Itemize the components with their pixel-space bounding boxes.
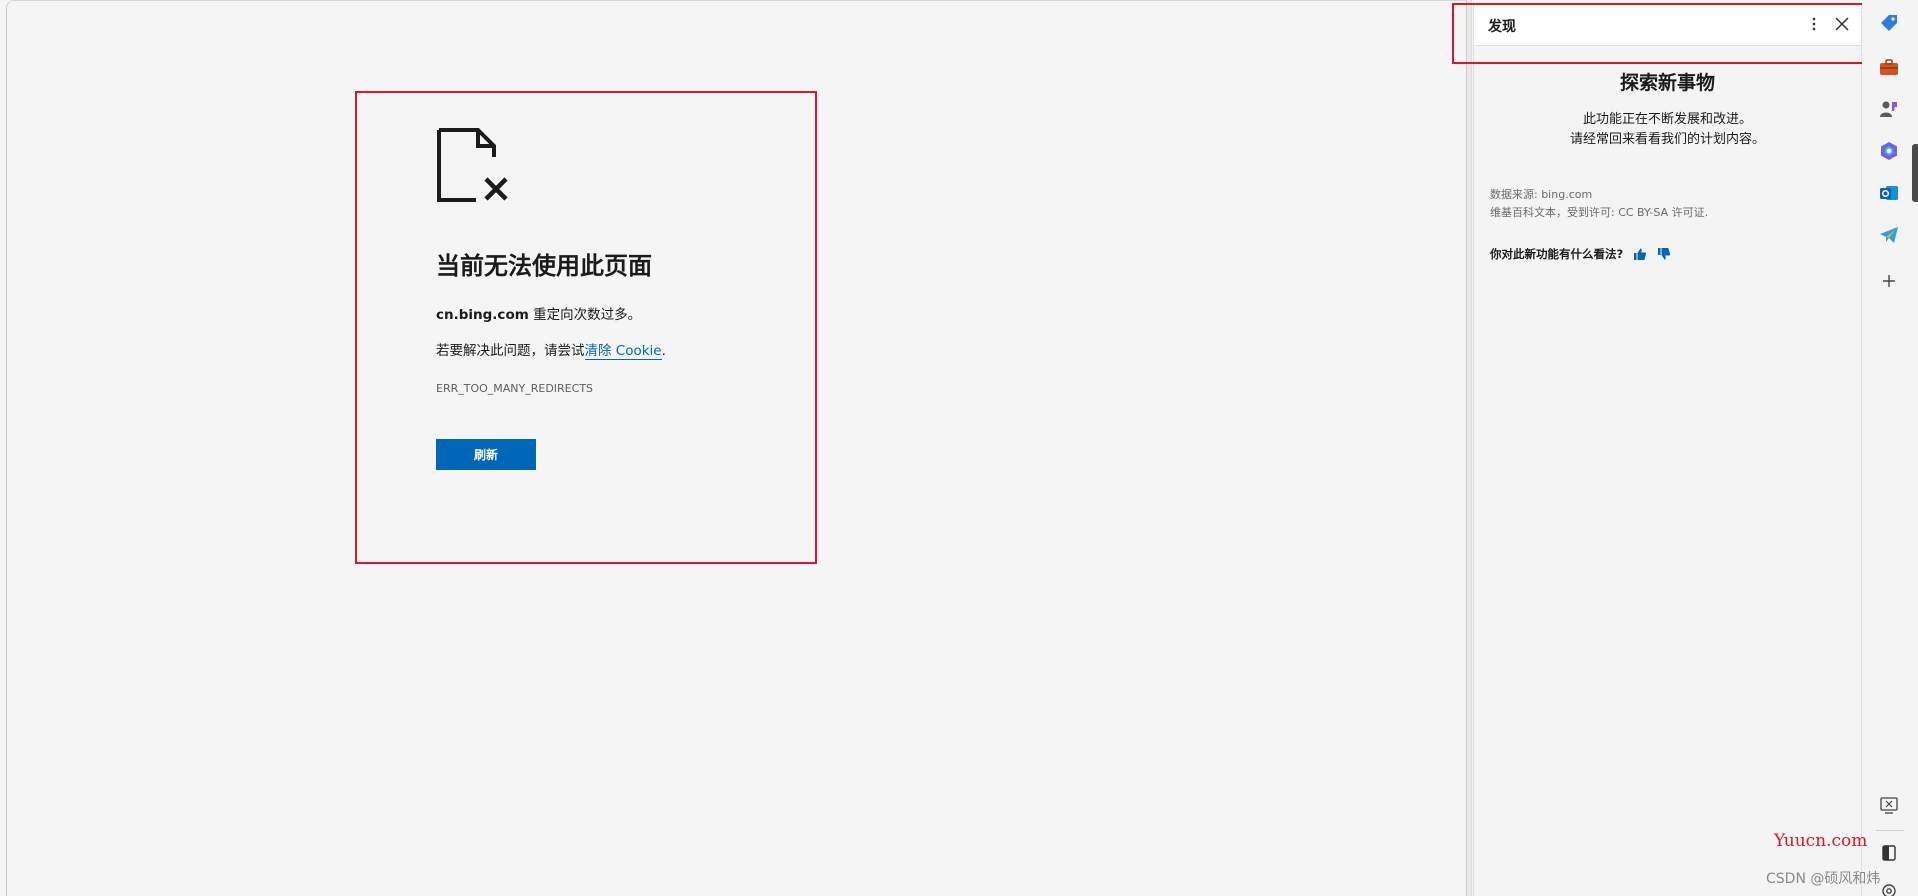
- browser-window: 当前无法使用此页面 cn.bing.com 重定向次数过多。 若要解决此问题，请…: [0, 0, 1918, 896]
- discover-desc-line2: 请经常回来看看我们的计划内容。: [1569, 132, 1765, 147]
- tools-briefcase-icon[interactable]: [1878, 56, 1900, 78]
- sidebar-collapse-tab[interactable]: [1912, 144, 1918, 202]
- thumbs-up-icon[interactable]: [1633, 247, 1647, 261]
- error-highlight-box: [355, 91, 817, 564]
- shopping-tag-icon[interactable]: [1878, 12, 1900, 34]
- add-icon[interactable]: [1878, 270, 1900, 292]
- right-sidebar: [1862, 0, 1918, 896]
- watermark-csdn: CSDN @硕风和炜: [1766, 871, 1881, 887]
- discover-panel: 发现 探索新事物 此功能正在不断发展和改进。 请经常回来看看我们的计划内容。 数…: [1473, 4, 1862, 896]
- games-icon[interactable]: [1878, 98, 1900, 120]
- error-fix-suffix: .: [661, 343, 666, 359]
- sidebar-resize-handle[interactable]: [1466, 0, 1472, 896]
- split-screen-icon[interactable]: [1878, 842, 1900, 864]
- watermark-yuucn: Yuucn.com: [1774, 831, 1868, 851]
- settings-icon[interactable]: [1878, 880, 1900, 896]
- screenshot-icon[interactable]: [1878, 794, 1900, 816]
- error-code: ERR_TOO_MANY_REDIRECTS: [436, 382, 594, 395]
- discover-source: 数据来源: bing.com 维基百科文本，受到许可: CC BY-SA 许可证…: [1490, 186, 1708, 222]
- discover-description: 此功能正在不断发展和改进。 请经常回来看看我们的计划内容。: [1474, 110, 1861, 150]
- telegram-icon[interactable]: [1878, 224, 1900, 246]
- error-fix-message: 若要解决此问题，请尝试清除 Cookie.: [436, 339, 666, 360]
- header-highlight-box: [1452, 3, 1868, 64]
- feedback-row: 你对此新功能有什么看法?: [1490, 246, 1671, 262]
- source-line: 数据来源: bing.com: [1490, 188, 1593, 201]
- sidebar-separator: [1876, 830, 1904, 831]
- error-host-message: cn.bing.com 重定向次数过多。: [436, 303, 641, 323]
- discover-desc-line1: 此功能正在不断发展和改进。: [1582, 112, 1752, 127]
- refresh-button[interactable]: 刷新: [436, 439, 536, 470]
- microsoft-365-icon[interactable]: [1878, 140, 1900, 162]
- error-title: 当前无法使用此页面: [436, 252, 652, 280]
- license-line: 维基百科文本，受到许可: CC BY-SA 许可证.: [1490, 206, 1709, 219]
- clear-cookie-link[interactable]: 清除 Cookie: [584, 343, 662, 360]
- feedback-question: 你对此新功能有什么看法?: [1490, 247, 1624, 261]
- error-fix-prefix: 若要解决此问题，请尝试: [436, 343, 585, 359]
- error-host: cn.bing.com: [436, 307, 529, 323]
- outlook-icon[interactable]: [1878, 182, 1900, 204]
- error-host-text: 重定向次数过多。: [528, 307, 642, 323]
- discover-heading: 探索新事物: [1619, 72, 1715, 94]
- document-error-icon: [437, 128, 508, 202]
- thumbs-down-icon[interactable]: [1657, 247, 1671, 261]
